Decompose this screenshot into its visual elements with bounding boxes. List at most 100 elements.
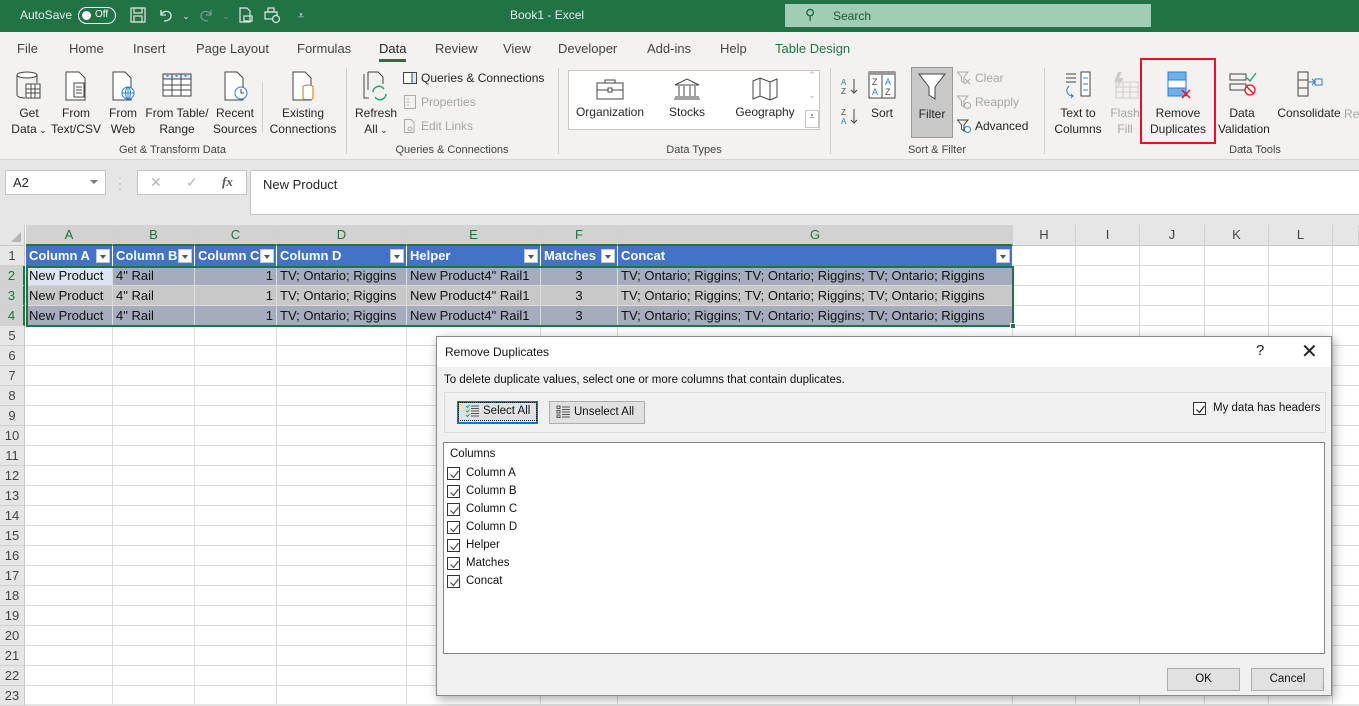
row-header-13[interactable]: 13: [0, 486, 25, 506]
tab-review[interactable]: Review: [435, 41, 478, 56]
row-header-17[interactable]: 17: [0, 566, 25, 586]
filter-dropdown-icon[interactable]: [524, 249, 538, 263]
tab-home[interactable]: Home: [69, 41, 104, 56]
column-header-d[interactable]: D: [277, 225, 407, 246]
column-list-item[interactable]: Helper: [447, 537, 747, 555]
table-header-cell[interactable]: Concat: [618, 246, 1013, 266]
flash-fill-button[interactable]: Flash Fill: [1108, 70, 1142, 137]
cell-e4[interactable]: New Product4" Rail1: [407, 306, 540, 325]
close-icon[interactable]: ✕: [1301, 339, 1318, 364]
row-header-2[interactable]: 2: [0, 266, 25, 286]
row-header-12[interactable]: 12: [0, 466, 25, 486]
cell-b2[interactable]: 4" Rail: [113, 266, 194, 285]
column-header-k[interactable]: K: [1205, 225, 1269, 246]
column-header-f[interactable]: F: [541, 225, 618, 246]
help-icon[interactable]: ?: [1256, 342, 1264, 359]
autosave-toggle[interactable]: Off: [78, 7, 116, 24]
from-text-csv-button[interactable]: From Text/CSV: [50, 70, 102, 137]
filter-dropdown-icon[interactable]: [601, 249, 615, 263]
sort-z-to-a-icon[interactable]: ZA: [840, 106, 860, 126]
print-preview-icon[interactable]: [236, 6, 256, 26]
row-header-14[interactable]: 14: [0, 506, 25, 526]
column-header-c[interactable]: C: [195, 225, 277, 246]
column-header-h[interactable]: H: [1013, 225, 1076, 246]
row-header-18[interactable]: 18: [0, 586, 25, 606]
column-checkbox-label[interactable]: Matches: [466, 557, 509, 569]
unselect-all-button[interactable]: Unselect All: [549, 401, 645, 424]
table-header-cell[interactable]: Column A: [26, 246, 113, 266]
gallery-more-icon[interactable]: ⩡: [805, 110, 819, 128]
cancel-button[interactable]: Cancel: [1251, 668, 1324, 691]
column-checkbox[interactable]: [447, 557, 460, 570]
table-header-cell[interactable]: Column D: [277, 246, 407, 266]
row-header-8[interactable]: 8: [0, 386, 25, 406]
relationships-button-partial[interactable]: Re: [1344, 106, 1359, 122]
redo-icon[interactable]: [196, 6, 216, 26]
column-checkbox-label[interactable]: Column C: [466, 503, 517, 515]
data-type-geography[interactable]: Geography: [731, 77, 799, 120]
column-checkbox[interactable]: [447, 575, 460, 588]
gallery-scroll-up-icon[interactable]: ⌃: [805, 70, 819, 90]
column-checkbox-label[interactable]: Column D: [466, 521, 517, 533]
consolidate-button[interactable]: Consolidate: [1276, 70, 1342, 121]
cell-b4[interactable]: 4" Rail: [113, 306, 194, 325]
row-header-9[interactable]: 9: [0, 406, 25, 426]
remove-duplicates-button[interactable]: Remove Duplicates: [1140, 58, 1216, 144]
search-box[interactable]: ⚲ Search: [785, 4, 1151, 27]
table-header-cell[interactable]: Column B: [113, 246, 195, 266]
tab-data[interactable]: Data: [379, 41, 407, 62]
row-header-22[interactable]: 22: [0, 666, 25, 686]
column-list-item[interactable]: Column D: [447, 519, 747, 537]
cell-e3[interactable]: New Product4" Rail1: [407, 286, 540, 305]
row-header-10[interactable]: 10: [0, 426, 25, 446]
sort-a-to-z-icon[interactable]: AZ: [840, 76, 860, 96]
select-all-button[interactable]: Select All: [457, 401, 538, 424]
filter-dropdown-icon[interactable]: [996, 249, 1010, 263]
column-list-item[interactable]: Concat: [447, 573, 747, 591]
row-header-11[interactable]: 11: [0, 446, 25, 466]
quick-print-icon[interactable]: [262, 6, 282, 26]
redo-dropdown-icon[interactable]: ⌄: [216, 6, 236, 26]
filter-dropdown-icon[interactable]: [390, 249, 404, 263]
reapply-button[interactable]: Reapply: [957, 93, 1019, 111]
tab-view[interactable]: View: [503, 41, 531, 56]
cell-d3[interactable]: TV; Ontario; Riggins: [277, 286, 406, 305]
cell-d2[interactable]: TV; Ontario; Riggins: [277, 266, 406, 285]
cell-c3[interactable]: 1: [195, 286, 276, 305]
cell-f2[interactable]: 3: [541, 266, 617, 285]
column-header-partial[interactable]: [1333, 225, 1359, 246]
column-header-e[interactable]: E: [407, 225, 541, 246]
cell-a3[interactable]: New Product: [26, 286, 112, 305]
row-header-15[interactable]: 15: [0, 526, 25, 546]
row-header-19[interactable]: 19: [0, 606, 25, 626]
column-checkbox[interactable]: [447, 485, 460, 498]
filter-dropdown-icon[interactable]: [178, 249, 192, 263]
data-type-organization[interactable]: Organization: [573, 77, 647, 120]
resize-grip-icon[interactable]: ⁞⁞: [1321, 683, 1329, 693]
row-header-4[interactable]: 4: [0, 306, 25, 326]
tab-table-design[interactable]: Table Design: [775, 41, 850, 56]
clear-filter-button[interactable]: Clear: [957, 69, 1004, 87]
cell-c4[interactable]: 1: [195, 306, 276, 325]
cell-f4[interactable]: 3: [541, 306, 617, 325]
properties-button[interactable]: Properties: [403, 93, 476, 111]
row-header-20[interactable]: 20: [0, 626, 25, 646]
column-header-l[interactable]: L: [1269, 225, 1333, 246]
column-list-item[interactable]: Matches: [447, 555, 747, 573]
gallery-scroll-down-icon[interactable]: ⌄: [805, 90, 819, 110]
tab-insert[interactable]: Insert: [133, 41, 166, 56]
column-checkbox[interactable]: [447, 467, 460, 480]
row-header-21[interactable]: 21: [0, 646, 25, 666]
column-checkbox[interactable]: [447, 503, 460, 516]
column-checkbox[interactable]: [447, 521, 460, 534]
select-all-corner[interactable]: [0, 225, 25, 246]
tab-page-layout[interactable]: Page Layout: [196, 41, 269, 56]
column-checkbox[interactable]: [447, 539, 460, 552]
row-header-1[interactable]: 1: [0, 246, 25, 266]
cell-e2[interactable]: New Product4" Rail1: [407, 266, 540, 285]
column-header-i[interactable]: I: [1076, 225, 1140, 246]
cell-b3[interactable]: 4" Rail: [113, 286, 194, 305]
sort-button[interactable]: ZAAZ Sort: [864, 70, 900, 121]
data-validation-button[interactable]: Data Validation ⌄: [1218, 70, 1270, 154]
get-data-button[interactable]: Get Data ⌄: [8, 70, 50, 138]
